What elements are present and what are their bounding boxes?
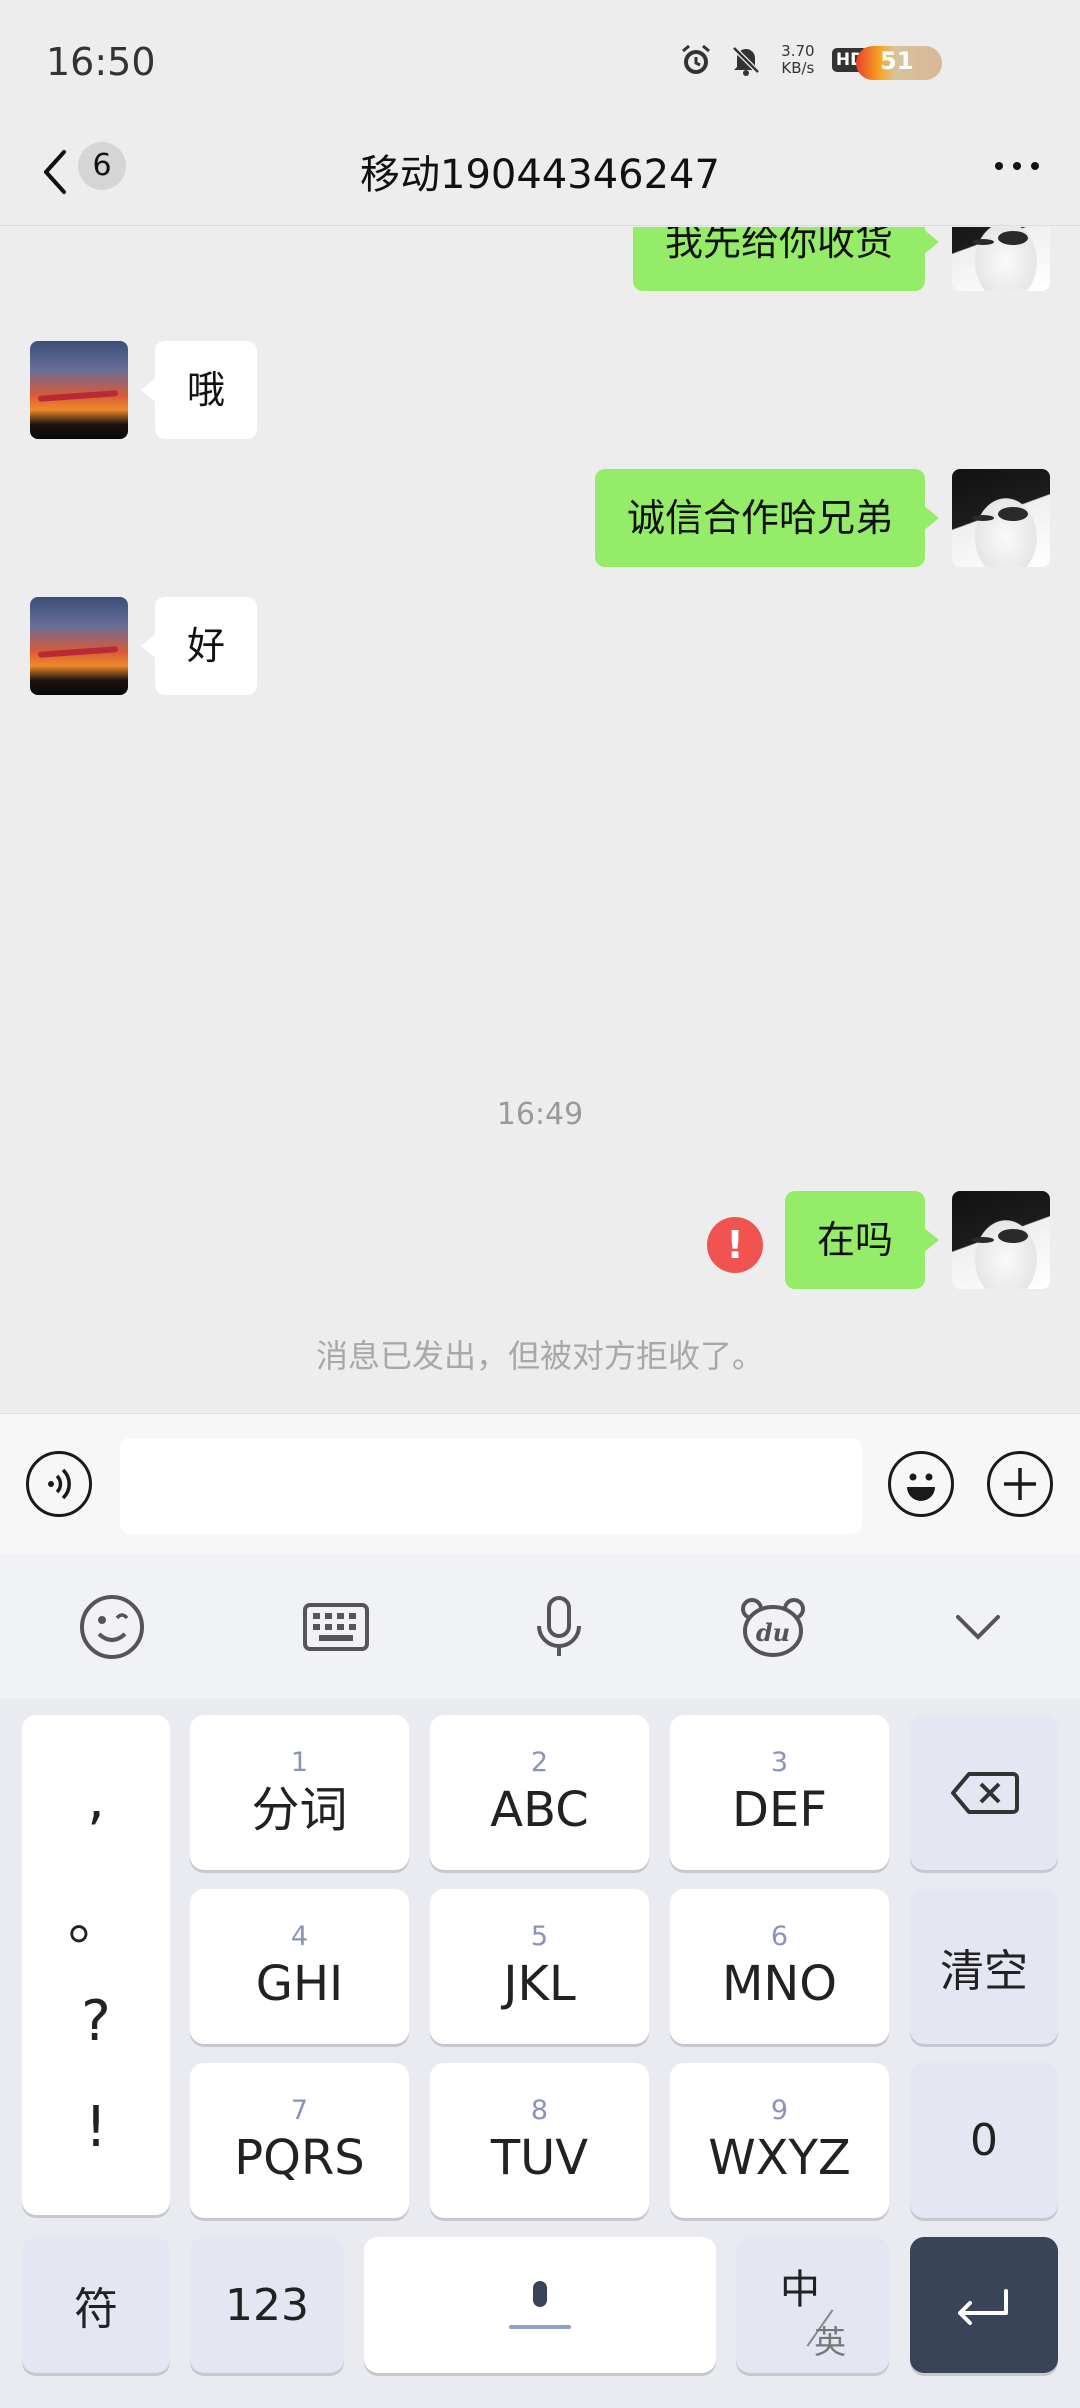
network-speed: 3.70 KB/s bbox=[778, 43, 818, 77]
key-number: 4 bbox=[290, 1920, 309, 1952]
contact-avatar[interactable] bbox=[30, 341, 128, 439]
my-avatar[interactable] bbox=[952, 469, 1050, 567]
my-avatar[interactable] bbox=[952, 1191, 1050, 1289]
message-bubble[interactable]: 好 bbox=[140, 597, 258, 695]
key-2[interactable]: 2 ABC bbox=[430, 1715, 649, 1870]
key-label: GHI bbox=[255, 1955, 344, 2012]
backspace-key[interactable] bbox=[910, 1715, 1058, 1870]
message-bubble[interactable]: 我先给你收货 bbox=[632, 227, 940, 291]
key-7[interactable]: 7 PQRS bbox=[190, 2063, 409, 2218]
voice-icon[interactable] bbox=[26, 1451, 92, 1517]
key-number: 5 bbox=[530, 1920, 549, 1952]
key-9[interactable]: 9 WXYZ bbox=[670, 2063, 889, 2218]
key-label: 0 bbox=[970, 2115, 998, 2166]
key-number: 7 bbox=[290, 2094, 309, 2126]
keyboard-emoji-icon[interactable] bbox=[74, 1589, 150, 1665]
key-0[interactable]: 0 bbox=[910, 2063, 1058, 2218]
key-label: JKL bbox=[503, 1955, 576, 2012]
send-failed-icon[interactable]: ! bbox=[707, 1217, 763, 1273]
language-toggle: 中 英 bbox=[736, 2237, 889, 2373]
key-number: 2 bbox=[530, 1746, 549, 1778]
chat-title: 移动19044346247 bbox=[360, 152, 720, 198]
key-label: WXYZ bbox=[708, 2129, 851, 2186]
battery-level: 51 bbox=[880, 47, 914, 75]
key-label: ABC bbox=[490, 1781, 589, 1838]
backspace-icon bbox=[951, 1771, 1019, 1814]
key-label: TUV bbox=[490, 2129, 589, 2186]
symbols-key[interactable]: 符 bbox=[22, 2237, 170, 2373]
enter-icon bbox=[958, 2289, 1008, 2325]
t9-keyboard: , 。 ? ! 1 分词 2 ABC 3 DEF 4 GHI 5 JKL 6 M… bbox=[0, 1699, 1080, 2408]
key-label: 分词 bbox=[251, 1781, 348, 1838]
network-speed-unit: KB/s bbox=[781, 59, 815, 77]
key-label: DEF bbox=[732, 1781, 827, 1838]
key-label: 符 bbox=[74, 2284, 118, 2335]
emoji-icon[interactable] bbox=[888, 1451, 954, 1517]
punctuation-column[interactable]: , 。 ? ! bbox=[22, 1715, 170, 2215]
punctuation-key[interactable]: ? bbox=[22, 1989, 170, 2054]
svg-text:du: du bbox=[756, 1618, 790, 1647]
key-number: 9 bbox=[770, 2094, 789, 2126]
chat-header: 6 移动19044346247 bbox=[0, 128, 1080, 226]
system-notice: 消息已发出，但被对方拒收了。 bbox=[315, 1337, 764, 1375]
lang-secondary: 英 bbox=[814, 2323, 847, 2361]
plus-icon[interactable] bbox=[987, 1451, 1053, 1517]
language-toggle-key[interactable]: 中 英 bbox=[736, 2237, 889, 2373]
key-number: 3 bbox=[770, 1746, 789, 1778]
key-label: PQRS bbox=[234, 2129, 365, 2186]
message-bubble[interactable]: 在吗 bbox=[784, 1191, 940, 1289]
lang-primary: 中 bbox=[780, 2267, 820, 2313]
status-time: 16:50 bbox=[46, 40, 156, 84]
message-bubble[interactable]: 哦 bbox=[140, 341, 258, 439]
input-bar bbox=[0, 1413, 1080, 1553]
key-5[interactable]: 5 JKL bbox=[430, 1889, 649, 2044]
battery-indicator: 51 bbox=[856, 46, 942, 80]
enter-key[interactable] bbox=[910, 2237, 1058, 2373]
mute-bell-icon bbox=[728, 42, 764, 78]
keyboard-toolbar: du bbox=[0, 1553, 1080, 1699]
punctuation-key[interactable]: ! bbox=[22, 2095, 170, 2160]
more-icon[interactable] bbox=[992, 156, 1042, 176]
key-3[interactable]: 3 DEF bbox=[670, 1715, 889, 1870]
space-key[interactable] bbox=[364, 2237, 716, 2373]
key-8[interactable]: 8 TUV bbox=[430, 2063, 649, 2218]
contact-avatar[interactable] bbox=[30, 597, 128, 695]
key-4[interactable]: 4 GHI bbox=[190, 1889, 409, 2044]
key-6[interactable]: 6 MNO bbox=[670, 1889, 889, 2044]
clear-key[interactable]: 清空 bbox=[910, 1889, 1058, 2044]
status-bar: 16:50 3.70 KB/s HD 5G 51 bbox=[0, 0, 1080, 128]
punctuation-key[interactable]: , bbox=[22, 1767, 170, 1832]
network-speed-value: 3.70 bbox=[781, 42, 815, 60]
key-number: 1 bbox=[290, 1746, 309, 1778]
message-bubble[interactable]: 诚信合作哈兄弟 bbox=[594, 469, 940, 567]
keyboard-icon[interactable] bbox=[298, 1589, 374, 1665]
microphone-icon[interactable] bbox=[521, 1589, 597, 1665]
message-timestamp: 16:49 bbox=[496, 1097, 584, 1132]
alarm-icon bbox=[678, 42, 714, 78]
my-avatar[interactable] bbox=[952, 227, 1050, 291]
key-number: 6 bbox=[770, 1920, 789, 1952]
key-number: 8 bbox=[530, 2094, 549, 2126]
key-1[interactable]: 1 分词 bbox=[190, 1715, 409, 1870]
punctuation-key[interactable]: 。 bbox=[22, 1875, 170, 1956]
key-label: 123 bbox=[225, 2279, 309, 2331]
message-list[interactable]: 我先给你收货 哦 诚信合作哈兄弟 好 16:49 ! 在吗 消息已发出，但被对方… bbox=[0, 227, 1080, 1413]
space-mic-icon bbox=[509, 2281, 571, 2329]
message-input[interactable] bbox=[120, 1438, 862, 1534]
du-bear-icon[interactable]: du bbox=[735, 1589, 811, 1665]
chevron-down-icon[interactable] bbox=[940, 1589, 1016, 1665]
numbers-key[interactable]: 123 bbox=[190, 2237, 344, 2373]
key-label: MNO bbox=[721, 1955, 838, 2012]
clear-key-label: 清空 bbox=[940, 1945, 1028, 1997]
